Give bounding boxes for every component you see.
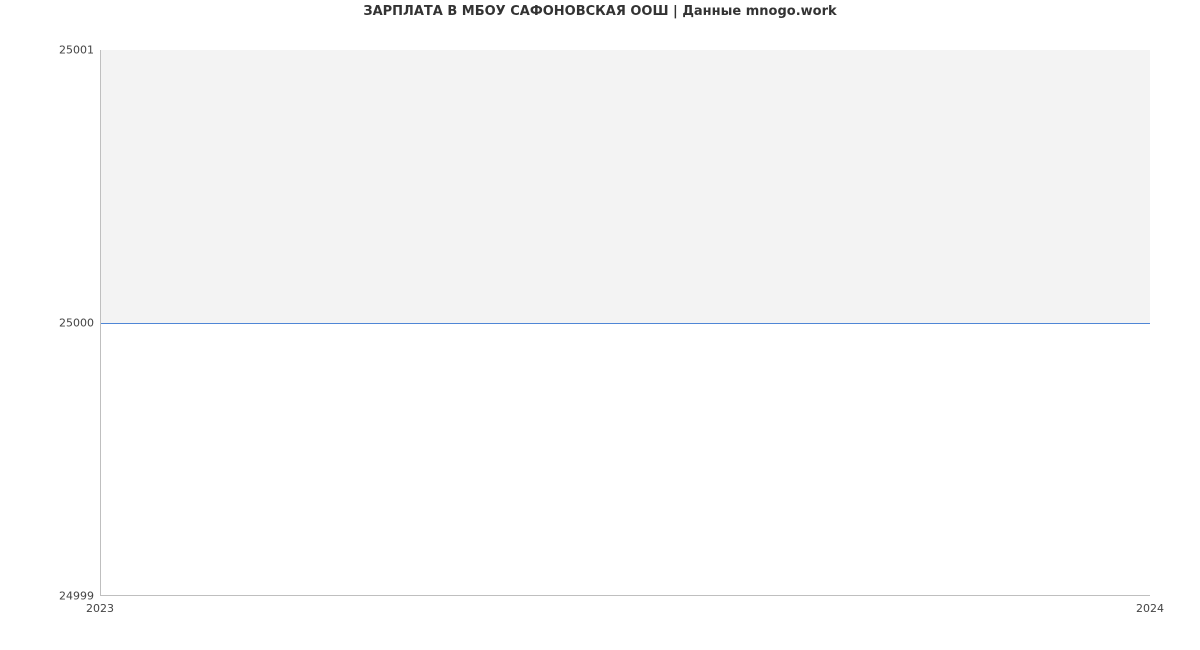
plot-area xyxy=(100,50,1150,596)
y-tick-label: 25001 xyxy=(44,44,94,57)
y-tick-text: 25000 xyxy=(59,317,94,330)
y-tick-label: 25000 xyxy=(44,317,94,330)
x-tick-label: 2024 xyxy=(1136,602,1164,615)
y-tick-text: 24999 xyxy=(59,590,94,603)
chart-title: ЗАРПЛАТА В МБОУ САФОНОВСКАЯ ООШ | Данные… xyxy=(0,4,1200,19)
plot-band xyxy=(101,50,1150,323)
data-line xyxy=(101,323,1150,324)
y-tick-label: 24999 xyxy=(44,590,94,603)
chart-container: ЗАРПЛАТА В МБОУ САФОНОВСКАЯ ООШ | Данные… xyxy=(0,0,1200,650)
x-tick-label: 2023 xyxy=(86,602,114,615)
y-tick-text: 25001 xyxy=(59,44,94,57)
